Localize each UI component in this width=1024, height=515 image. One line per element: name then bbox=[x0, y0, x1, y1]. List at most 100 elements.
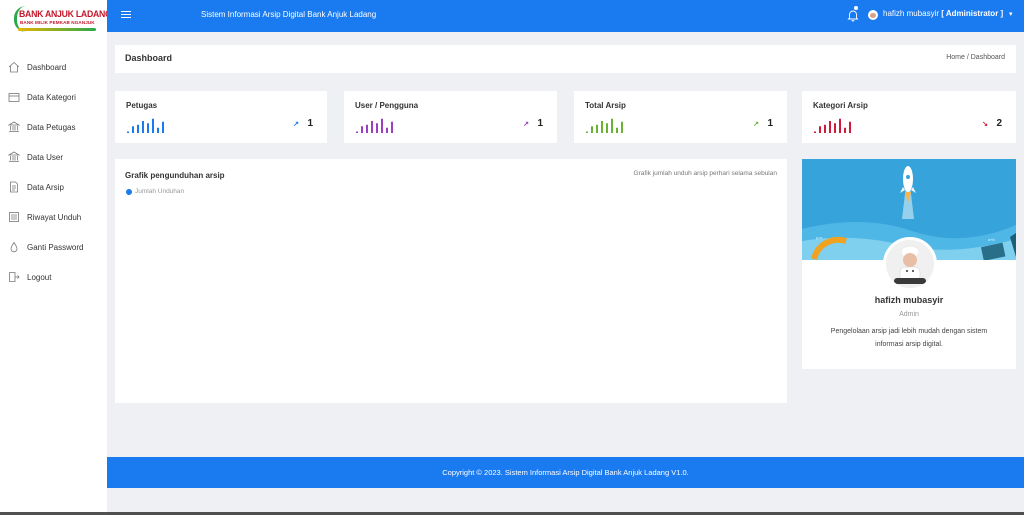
bell-icon[interactable] bbox=[846, 8, 860, 22]
trend-arrow-icon: ↗ bbox=[753, 121, 759, 128]
profile-avatar[interactable] bbox=[883, 237, 937, 291]
sparkline-bar bbox=[596, 124, 598, 133]
sidebar-item-data-arsip[interactable]: Data Arsip bbox=[0, 172, 107, 202]
footer-copyright: Copyright © 2023. Sistem Informasi Arsip… bbox=[442, 468, 689, 477]
sparkline-bar bbox=[152, 118, 154, 133]
sparkline-bar bbox=[366, 124, 368, 133]
page-header: Dashboard Home / Dashboard bbox=[115, 45, 1016, 73]
sparkline-bar bbox=[591, 126, 593, 133]
sparkline-bar bbox=[849, 121, 851, 133]
stat-title: Petugas bbox=[126, 101, 158, 110]
sparkline-bar bbox=[356, 131, 358, 133]
document-icon bbox=[8, 181, 20, 193]
sparkline-bar bbox=[127, 131, 129, 133]
stat-value: 1 bbox=[537, 118, 543, 129]
sparkline bbox=[127, 118, 164, 133]
stat-title: Total Arsip bbox=[585, 101, 626, 110]
sparkline-bar bbox=[157, 127, 159, 133]
sparkline-bar bbox=[132, 126, 134, 133]
chart-plot-area bbox=[125, 203, 777, 393]
bank-icon bbox=[8, 121, 20, 133]
sidebar: BANK ANJUK LADANG BANK MILIK PEMKAB NGAN… bbox=[0, 0, 112, 515]
sidebar-item-label: Logout bbox=[27, 272, 52, 282]
folder-icon bbox=[8, 91, 20, 103]
drop-icon bbox=[8, 241, 20, 253]
sparkline-bar bbox=[829, 121, 831, 133]
sparkline-bar bbox=[586, 131, 588, 133]
legend-label[interactable]: Jumlah Unduhan bbox=[135, 188, 184, 195]
sidebar-item-logout[interactable]: Logout bbox=[0, 262, 107, 292]
svg-text:a+b: a+b bbox=[988, 237, 996, 242]
home-icon bbox=[8, 61, 20, 73]
sparkline-bar bbox=[361, 126, 363, 133]
sparkline-bar bbox=[147, 123, 149, 133]
sidebar-item-data-user[interactable]: Data User bbox=[0, 142, 107, 172]
sparkline-bar bbox=[381, 118, 383, 133]
sparkline-bar bbox=[611, 118, 613, 133]
trend-arrow-icon: ↗ bbox=[523, 121, 529, 128]
sparkline-bar bbox=[606, 123, 608, 133]
sidebar-item-riwayat-unduh[interactable]: Riwayat Unduh bbox=[0, 202, 107, 232]
stat-value: 1 bbox=[767, 118, 773, 129]
sidebar-item-label: Data Petugas bbox=[27, 122, 76, 132]
top-navbar: Sistem Informasi Arsip Digital Bank Anju… bbox=[107, 0, 1024, 32]
logo-underline bbox=[18, 28, 96, 31]
sidebar-item-label: Riwayat Unduh bbox=[27, 212, 82, 222]
sparkline-bar bbox=[601, 121, 603, 133]
sparkline-bar bbox=[391, 121, 393, 133]
user-name: hafizh mubasyir bbox=[883, 9, 940, 18]
stat-title: User / Pengguna bbox=[355, 101, 419, 110]
user-avatar[interactable] bbox=[868, 10, 878, 20]
chart-subtitle: Grafik jumlah unduh arsip perhari selama… bbox=[633, 170, 777, 177]
sidebar-item-label: Data User bbox=[27, 152, 64, 162]
chart-title: Grafik pengunduhan arsip bbox=[125, 171, 225, 180]
user-role: [ Administrator ] bbox=[941, 9, 1004, 18]
sidebar-item-label: Data Arsip bbox=[27, 182, 64, 192]
svg-text:y=x: y=x bbox=[816, 235, 822, 240]
archive-icon bbox=[8, 211, 20, 223]
bank-logo[interactable]: BANK ANJUK LADANG BANK MILIK PEMKAB NGAN… bbox=[8, 4, 112, 34]
sparkline-bar bbox=[834, 123, 836, 133]
app-title: Sistem Informasi Arsip Digital Bank Anju… bbox=[201, 10, 377, 19]
sidebar-item-label: Dashboard bbox=[27, 62, 67, 72]
sparkline-bar bbox=[371, 121, 373, 133]
sparkline bbox=[356, 118, 393, 133]
stat-title: Kategori Arsip bbox=[813, 101, 868, 110]
stat-card-kategori-arsip: Kategori Arsip ↘ 2 bbox=[802, 91, 1016, 143]
sidebar-item-data-kategori[interactable]: Data Kategori bbox=[0, 82, 107, 112]
stat-card-user: User / Pengguna ↗ 1 bbox=[344, 91, 557, 143]
breadcrumb[interactable]: Home / Dashboard bbox=[946, 54, 1005, 61]
sidebar-item-dashboard[interactable]: Dashboard bbox=[0, 52, 107, 82]
sparkline-bar bbox=[839, 118, 841, 133]
logo-subtitle: BANK MILIK PEMKAB NGANJUK bbox=[20, 20, 95, 25]
sparkline-bar bbox=[824, 124, 826, 133]
download-chart-card: Grafik pengunduhan arsip Grafik jumlah u… bbox=[115, 159, 787, 403]
sparkline-bar bbox=[386, 127, 388, 133]
sparkline-bar bbox=[819, 126, 821, 133]
sparkline-bar bbox=[142, 121, 144, 133]
sidebar-item-label: Ganti Password bbox=[27, 242, 84, 252]
legend-marker[interactable] bbox=[126, 189, 132, 195]
stat-card-total-arsip: Total Arsip ↗ 1 bbox=[574, 91, 787, 143]
bank-icon bbox=[8, 151, 20, 163]
trend-arrow-icon: ↘ bbox=[982, 121, 988, 128]
sparkline-bar bbox=[162, 121, 164, 133]
trend-arrow-icon: ↗ bbox=[293, 121, 299, 128]
page-title: Dashboard bbox=[125, 53, 173, 63]
sparkline bbox=[586, 118, 623, 133]
chevron-down-icon[interactable]: ▾ bbox=[1009, 10, 1013, 18]
profile-card: y=x a+b hafizh mubasyir Admin Pengelolaa… bbox=[802, 159, 1016, 369]
sidebar-item-data-petugas[interactable]: Data Petugas bbox=[0, 112, 107, 142]
footer: Copyright © 2023. Sistem Informasi Arsip… bbox=[107, 457, 1024, 488]
logo-title: BANK ANJUK LADANG bbox=[19, 9, 112, 20]
sparkline bbox=[814, 118, 851, 133]
profile-role: Admin bbox=[899, 311, 919, 318]
sparkline-bar bbox=[814, 131, 816, 133]
user-menu[interactable]: hafizh mubasyir [ Administrator ] bbox=[883, 9, 1003, 18]
sidebar-item-ganti-password[interactable]: Ganti Password bbox=[0, 232, 107, 262]
sparkline-bar bbox=[621, 121, 623, 133]
hamburger-menu-icon[interactable] bbox=[121, 11, 131, 19]
profile-name: hafizh mubasyir bbox=[874, 295, 944, 305]
sparkline-bar bbox=[376, 123, 378, 133]
logout-icon bbox=[8, 271, 20, 283]
